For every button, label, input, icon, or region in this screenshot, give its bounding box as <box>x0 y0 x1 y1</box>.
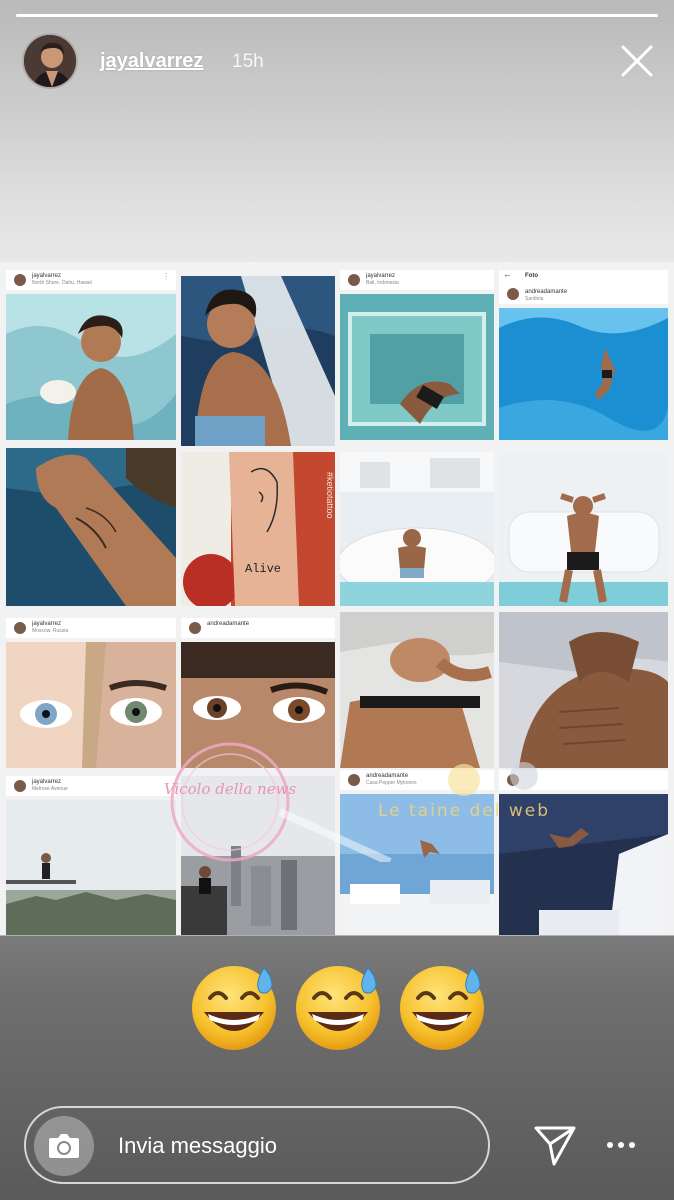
tattoo-word: Alive <box>245 562 281 576</box>
photo-city-rooftop <box>181 776 335 935</box>
send-icon[interactable] <box>532 1122 578 1168</box>
post-header: jayalvarrez Moscow, Russia <box>6 618 176 638</box>
message-placeholder: Invia messaggio <box>118 1133 277 1158</box>
photo-two-eyes-brown <box>181 642 335 768</box>
photo-jump-dark-sky <box>499 794 668 935</box>
camera-icon <box>49 1134 79 1158</box>
back-arrow-icon: ← <box>503 270 512 279</box>
collage-tile: andreadamante Casa Pepper Mykonos <box>340 770 494 935</box>
collage-image: jayalvarrez North Shore, Oahu, Hawaii ⋮ <box>0 262 674 935</box>
message-input[interactable]: Invia messaggio <box>24 1106 490 1184</box>
collage-tile: jayalvarrez Bali, Indonesia <box>340 270 494 440</box>
photo-jump-blue-sky <box>340 794 494 935</box>
story-username[interactable]: jayalvarrez <box>100 50 203 73</box>
post-handle: jayalvarrez <box>366 273 396 279</box>
collage-tile: jayalvarrez Melrose Avenue <box>6 776 176 935</box>
story-timestamp: 15h <box>232 51 264 72</box>
collage-tile: ← Foto andreadamante Sardinia <box>499 270 668 440</box>
story-progress-fill <box>16 14 658 17</box>
post-location: Melrose Avenue <box>32 786 68 792</box>
avatar[interactable] <box>22 33 78 89</box>
collage-tile <box>499 612 668 768</box>
collage-tile: jayalvarrez North Shore, Oahu, Hawaii ⋮ <box>6 270 176 440</box>
avatar <box>14 622 26 634</box>
photo-alive-tattoo: Alive #ketiotattoo <box>181 452 335 606</box>
avatar <box>14 274 26 286</box>
photo-boat <box>181 276 335 446</box>
post-location: Moscow, Russia <box>32 628 69 634</box>
collage-tile <box>181 776 335 935</box>
story-progress-bar <box>16 14 658 17</box>
post-header: ← Foto andreadamante Sardinia <box>499 270 668 304</box>
post-header: andreadamante Casa Pepper Mykonos <box>340 770 494 790</box>
collage-tile <box>340 452 494 606</box>
collage-tile: jayalvarrez Moscow, Russia <box>6 618 176 768</box>
post-handle: jayalvarrez <box>32 621 62 627</box>
post-header: andreadamante <box>181 618 335 638</box>
post-handle: jayalvarrez <box>32 273 62 279</box>
post-handle: jayalvarrez <box>32 779 62 785</box>
story-viewer: jayalvarrez 15h jayalvarrez North Shore,… <box>0 0 674 1200</box>
avatar <box>507 288 519 300</box>
post-handle: andreadamante <box>366 773 409 779</box>
collage-tile <box>499 770 668 935</box>
grinning-sweat-emoji <box>400 966 484 1050</box>
post-header: jayalvarrez Melrose Avenue <box>6 776 176 796</box>
grinning-sweat-emoji <box>296 966 380 1050</box>
close-icon[interactable] <box>616 40 658 82</box>
grinning-sweat-emoji <box>192 966 276 1050</box>
collage-tile: Alive #ketiotattoo <box>181 452 335 606</box>
post-location: North Shore, Oahu, Hawaii <box>32 280 92 286</box>
photo-white-sofa <box>499 452 668 606</box>
avatar <box>348 274 360 286</box>
avatar <box>507 774 519 786</box>
photo-bed-abs <box>340 612 494 768</box>
post-header: jayalvarrez North Shore, Oahu, Hawaii ⋮ <box>6 270 176 290</box>
photo-arm-tattoo-sea <box>6 448 176 606</box>
photo-underwater <box>499 308 668 440</box>
photo-two-eyes-blue <box>6 642 176 768</box>
collage-tile <box>499 452 668 606</box>
post-screen-title: Foto <box>525 273 538 279</box>
photo-glass-pool <box>340 294 494 440</box>
post-location: Sardinia <box>525 296 544 302</box>
photo-surfer <box>6 294 176 440</box>
camera-button[interactable] <box>34 1116 94 1176</box>
post-handle: andreadamante <box>525 289 568 295</box>
post-header: jayalvarrez Bali, Indonesia <box>340 270 494 290</box>
reaction-emojis <box>0 960 674 1060</box>
photo-city-ledge <box>6 800 176 935</box>
more-options-icon[interactable] <box>604 1132 638 1158</box>
avatar <box>14 780 26 792</box>
avatar <box>189 622 201 634</box>
post-location: Bali, Indonesia <box>366 280 399 286</box>
collage-tile: andreadamante <box>181 618 335 768</box>
tattoo-hashtag: #ketiotattoo <box>325 472 335 519</box>
post-header <box>499 770 668 790</box>
collage-tile <box>340 612 494 768</box>
collage-tile <box>6 448 176 606</box>
photo-bed-torso <box>499 612 668 768</box>
post-location: Casa Pepper Mykonos <box>366 780 417 786</box>
collage-tile <box>181 276 335 446</box>
photo-white-house-pool <box>340 452 494 606</box>
avatar <box>348 774 360 786</box>
post-handle: andreadamante <box>207 621 250 627</box>
more-icon: ⋮ <box>162 272 170 281</box>
